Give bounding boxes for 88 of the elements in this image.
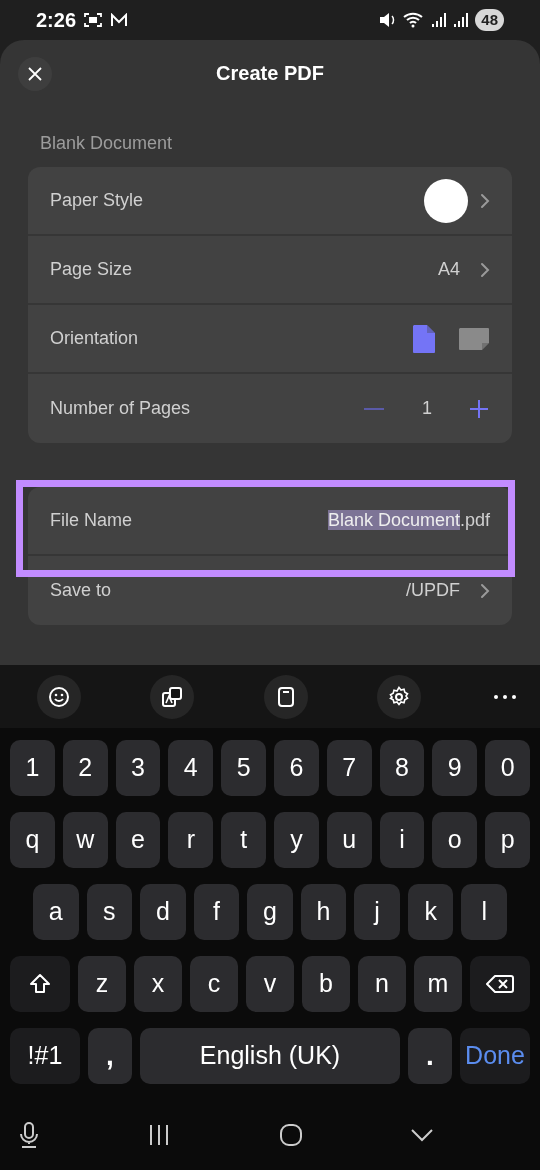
close-button[interactable] — [18, 57, 52, 91]
keyboard-key[interactable]: e — [115, 812, 161, 868]
keyboard-key[interactable]: 8 — [379, 740, 425, 796]
settings-row[interactable]: Number of Pages 1 — [28, 374, 512, 443]
keyboard-key[interactable]: 6 — [274, 740, 319, 796]
landscape-page-icon — [458, 326, 490, 351]
keyboard-key[interactable]: n — [358, 956, 406, 1012]
done-key[interactable]: Done — [460, 1028, 530, 1084]
keyboard-key[interactable]: m — [414, 956, 462, 1012]
close-icon — [28, 67, 42, 81]
keyboard-key[interactable]: i — [379, 812, 425, 868]
keyboard-key[interactable]: q — [10, 812, 55, 868]
portrait-page-icon — [412, 323, 436, 354]
row-label: Paper Style — [50, 189, 145, 212]
keyboard-key[interactable]: p — [485, 812, 530, 868]
keyboard-key[interactable]: 2 — [62, 740, 108, 796]
keyboard-key[interactable]: 7 — [326, 740, 372, 796]
backspace-key[interactable] — [470, 956, 530, 1012]
screenshot-icon — [84, 12, 103, 28]
keyboard-key[interactable]: g — [247, 884, 293, 940]
translate-icon — [161, 685, 184, 708]
keyboard-key[interactable]: 1 — [10, 740, 55, 796]
keyboard-key[interactable]: u — [326, 812, 372, 868]
chevron-icon — [480, 582, 490, 599]
shift-icon — [28, 972, 52, 996]
plus-button[interactable] — [468, 397, 490, 420]
keyboard-key[interactable]: x — [134, 956, 182, 1012]
keyboard-key[interactable]: k — [407, 884, 454, 940]
settings-row[interactable]: Page Size A4 — [28, 236, 512, 305]
row-label: Page Size — [50, 258, 134, 281]
keyboard-key[interactable]: b — [302, 956, 350, 1012]
keyboard-key[interactable]: 0 — [485, 740, 530, 796]
orientation-option[interactable] — [458, 326, 490, 351]
signal-icon — [453, 12, 470, 28]
row-label: Orientation — [50, 327, 140, 350]
sheet-title: Create PDF — [216, 61, 324, 86]
save-to-row[interactable]: Save to /UPDF — [28, 556, 512, 625]
keyboard-key[interactable]: 9 — [432, 740, 478, 796]
mail-icon — [110, 13, 129, 27]
keyboard-key[interactable]: f — [193, 884, 240, 940]
signal-icon — [431, 12, 448, 28]
keyboard-key[interactable]: 3 — [115, 740, 161, 796]
keyboard-key[interactable]: s — [86, 884, 133, 940]
home-icon[interactable] — [278, 1123, 303, 1147]
keyboard-key[interactable]: 5 — [221, 740, 266, 796]
chevron-down-icon[interactable] — [410, 1128, 434, 1142]
keyboard-key[interactable]: h — [300, 884, 347, 940]
backspace-icon — [486, 974, 514, 994]
symbols-key[interactable]: !#1 — [10, 1028, 80, 1084]
keyboard-key[interactable]: 4 — [168, 740, 214, 796]
shift-key[interactable] — [10, 956, 70, 1012]
row-value: /UPDF — [406, 579, 460, 602]
paper-swatch[interactable] — [424, 178, 468, 223]
keyboard-key[interactable]: r — [168, 812, 214, 868]
keyboard-key[interactable]: t — [221, 812, 266, 868]
status-time: 2:26 — [36, 8, 77, 33]
section-label: Blank Document — [39, 132, 174, 155]
chevron-icon — [480, 192, 490, 209]
settings-icon — [387, 685, 410, 708]
row-value: A4 — [437, 258, 460, 281]
minus-icon — [364, 407, 384, 410]
keyboard-key[interactable]: d — [140, 884, 186, 940]
keyboard-key[interactable]: o — [432, 812, 478, 868]
chevron-icon — [480, 261, 490, 278]
keyboard-key[interactable]: a — [32, 884, 79, 940]
keyboard-key[interactable]: , — [88, 1028, 132, 1084]
keyboard-key[interactable]: l — [461, 884, 508, 940]
page-count: 1 — [421, 397, 433, 420]
keyboard-key[interactable]: z — [78, 956, 126, 1012]
battery-indicator: 48 — [475, 9, 504, 31]
keyboard-key[interactable]: j — [354, 884, 400, 940]
row-label: Save to — [50, 579, 113, 602]
keyboard-key[interactable]: c — [190, 956, 238, 1012]
keyboard-key[interactable]: y — [274, 812, 319, 868]
keyboard-key[interactable]: . — [408, 1028, 452, 1084]
space-key[interactable]: English (UK) — [140, 1028, 400, 1084]
settings-row[interactable]: Paper Style — [28, 167, 512, 236]
orientation-option[interactable] — [412, 323, 436, 354]
emoji-button[interactable] — [37, 674, 81, 719]
keyboard-key[interactable]: v — [246, 956, 294, 1012]
keyboard-key[interactable]: w — [62, 812, 108, 868]
settings-row[interactable]: Orientation — [28, 305, 512, 374]
row-label: Number of Pages — [50, 397, 192, 420]
emoji-icon — [48, 685, 70, 708]
row-label: File Name — [50, 509, 134, 532]
plus-icon — [469, 398, 489, 419]
microphone-icon[interactable] — [18, 1121, 40, 1149]
more-icon — [494, 694, 516, 699]
